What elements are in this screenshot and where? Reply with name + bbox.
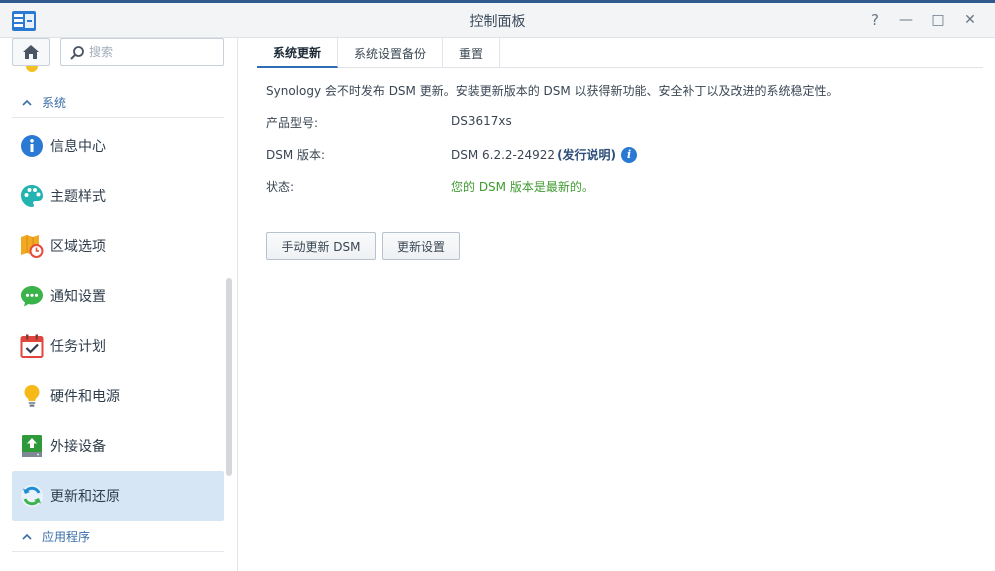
refresh-icon [20, 484, 44, 508]
minimize-button[interactable]: — [895, 9, 917, 31]
model-label: 产品型号: [266, 116, 319, 130]
group-header-system[interactable]: 系统 [12, 88, 224, 118]
status-value: 您的 DSM 版本是最新的。 [451, 178, 594, 195]
model-value-text: DS3617xs [451, 114, 512, 128]
help-button[interactable]: ? [864, 9, 886, 31]
tab-reset[interactable]: 重置 [443, 38, 501, 68]
group-label: 应用程序 [42, 530, 91, 544]
map-clock-icon [20, 234, 44, 258]
sidebar-item-label: 主题样式 [50, 189, 106, 205]
sidebar-item-external-devices[interactable]: 外接设备 [12, 421, 224, 471]
version-value-text: DSM 6.2.2-24922 [451, 147, 556, 162]
sidebar-item-task-scheduler[interactable]: 任务计划 [12, 321, 224, 371]
version-value: DSM 6.2.2-24922 (发行说明) i [451, 146, 638, 163]
chevron-up-icon [22, 533, 32, 540]
calendar-check-icon [20, 334, 44, 358]
sidebar: 系统 信息中心 主题样式 区域选项 通知设置 任务计划 硬件和电 [0, 38, 238, 571]
sidebar-item-update-restore[interactable]: 更新和还原 [12, 471, 224, 521]
status-label: 状态: [266, 180, 295, 194]
manual-update-button[interactable]: 手动更新 DSM [266, 232, 376, 260]
update-description: Synology 会不时发布 DSM 更新。安装更新版本的 DSM 以获得新功能… [266, 84, 839, 98]
palette-icon [20, 184, 44, 208]
partial-icon [26, 66, 38, 72]
sidebar-item-notification[interactable]: 通知设置 [12, 271, 224, 321]
sidebar-item-label: 信息中心 [50, 139, 106, 155]
window-title: 控制面板 [469, 14, 526, 30]
version-label: DSM 版本: [266, 148, 326, 162]
home-button[interactable] [12, 38, 50, 66]
status-value-text: 您的 DSM 版本是最新的。 [451, 180, 594, 194]
info-icon[interactable]: i [621, 146, 638, 163]
search-icon [70, 46, 84, 60]
title-bar: 控制面板 ? — □ ✕ [0, 0, 995, 38]
update-settings-button[interactable]: 更新设置 [382, 232, 460, 260]
sidebar-item-theme[interactable]: 主题样式 [12, 171, 224, 221]
sidebar-item-info-center[interactable]: 信息中心 [12, 121, 224, 171]
model-value: DS3617xs [451, 114, 512, 128]
external-device-icon [20, 434, 44, 458]
close-button[interactable]: ✕ [959, 9, 981, 31]
sidebar-scrollbar[interactable] [226, 278, 232, 476]
sidebar-item-label: 任务计划 [50, 339, 106, 355]
main-panel: 系统更新 系统设置备份 重置 Synology 会不时发布 DSM 更新。安装更… [239, 38, 995, 571]
home-icon [23, 45, 39, 59]
release-notes-link[interactable]: (发行说明) [557, 146, 616, 163]
search-box[interactable] [60, 38, 224, 66]
info-icon [20, 134, 44, 158]
sidebar-item-label: 通知设置 [50, 289, 106, 305]
tab-bar: 系统更新 系统设置备份 重置 [257, 38, 983, 68]
lightbulb-icon [20, 384, 44, 408]
maximize-button[interactable]: □ [927, 9, 949, 31]
sidebar-item-hardware-power[interactable]: 硬件和电源 [12, 371, 224, 421]
tab-system-update[interactable]: 系统更新 [257, 38, 339, 68]
sidebar-item-label: 硬件和电源 [50, 389, 120, 405]
group-header-applications[interactable]: 应用程序 [12, 522, 224, 552]
sidebar-item-label: 更新和还原 [50, 489, 120, 505]
group-label: 系统 [42, 96, 67, 110]
chevron-up-icon [22, 99, 32, 106]
tab-config-backup[interactable]: 系统设置备份 [338, 38, 444, 68]
chat-bubble-icon [20, 284, 44, 308]
search-input[interactable] [89, 43, 219, 61]
sidebar-item-label: 外接设备 [50, 439, 106, 455]
sidebar-item-regional-options[interactable]: 区域选项 [12, 221, 224, 271]
sidebar-item-label: 区域选项 [50, 239, 106, 255]
